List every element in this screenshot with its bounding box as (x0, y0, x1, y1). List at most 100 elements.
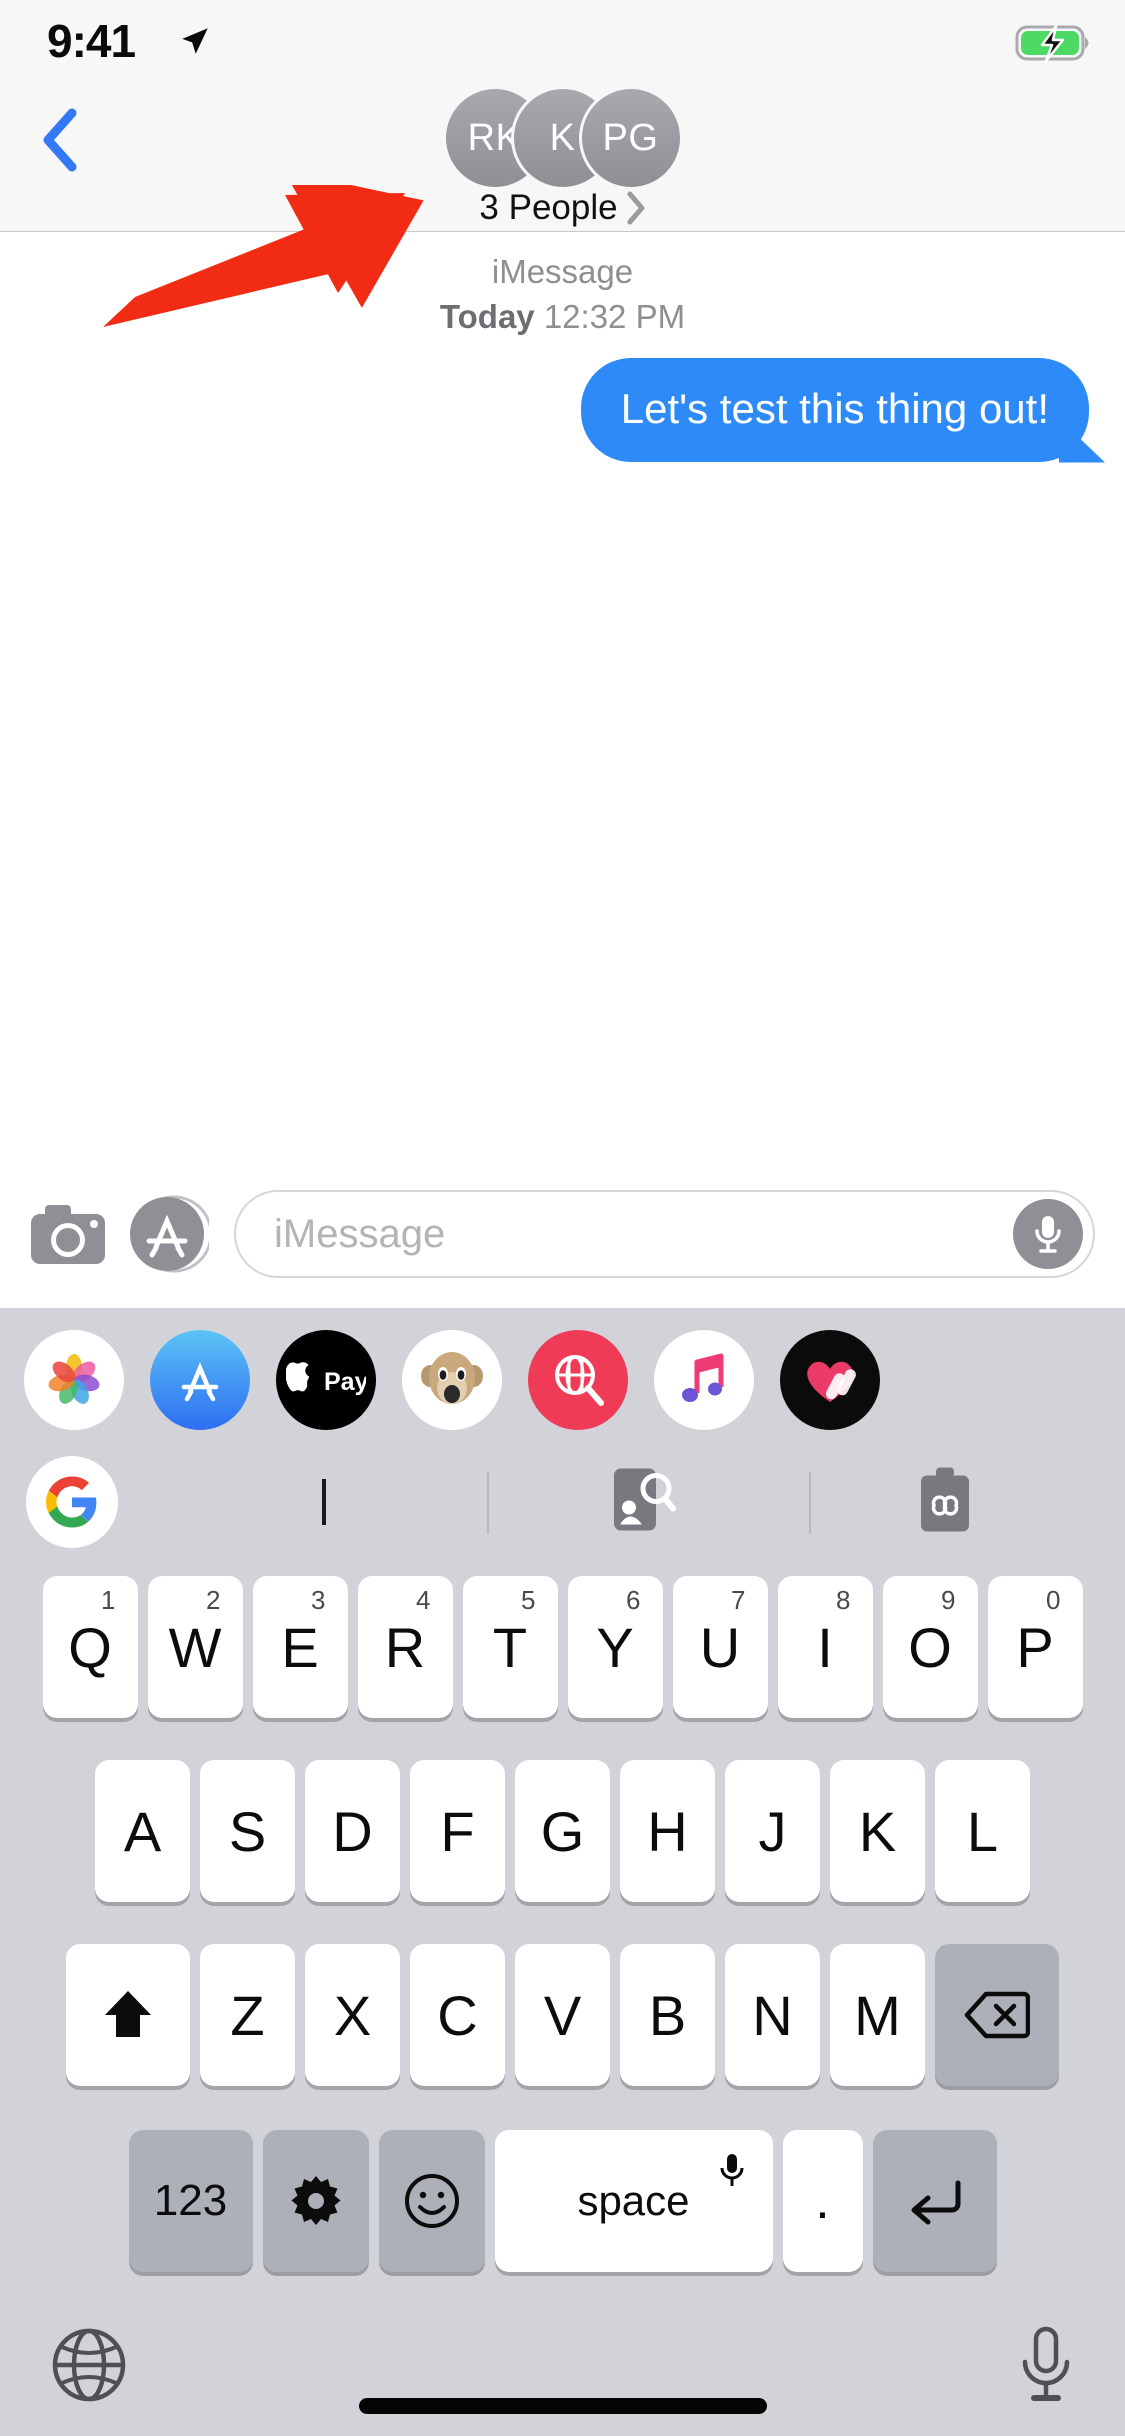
shift-icon[interactable] (66, 1944, 190, 2086)
key-w[interactable]: 2 W (147, 1576, 243, 1718)
key-x[interactable]: X (305, 1944, 400, 2086)
key-superscript: 3 (311, 1585, 326, 1615)
key-b[interactable]: B (620, 1944, 715, 2086)
key-u[interactable]: 7 U (672, 1576, 768, 1718)
key-label: O (908, 1615, 952, 1679)
key-h[interactable]: H (620, 1760, 715, 1902)
group-avatars[interactable]: RK K PG (442, 86, 683, 190)
key-t[interactable]: 5 T (462, 1576, 558, 1718)
location-arrow-icon (178, 24, 212, 63)
keyboard-row-4: 123 space . (0, 2130, 1125, 2272)
message-row: Let's test this thing out! (0, 358, 1125, 462)
key-superscript: 2 (206, 1585, 221, 1615)
key-f[interactable]: F (410, 1760, 505, 1902)
key-superscript: 1 (101, 1585, 116, 1615)
key-label: W (168, 1615, 222, 1679)
keyboard-row-3: Z X C V B N M (0, 1944, 1125, 2086)
space-key[interactable]: space (494, 2130, 773, 2272)
gear-icon[interactable] (262, 2130, 369, 2272)
microphone-icon[interactable] (1015, 2324, 1077, 2411)
key-superscript: 6 (626, 1585, 641, 1615)
message-service-label: iMessage (491, 253, 634, 290)
key-z[interactable]: Z (200, 1944, 295, 2086)
memoji-app-icon[interactable] (402, 1330, 502, 1430)
message-bubble-sent[interactable]: Let's test this thing out! (580, 358, 1116, 462)
avatar-initials: PG (602, 116, 659, 159)
key-e[interactable]: 3 E (252, 1576, 348, 1718)
emoji-smiley-icon[interactable] (378, 2130, 485, 2272)
key-label: Y (596, 1615, 634, 1679)
numeric-key[interactable]: 123 (128, 2130, 253, 2272)
app-store-icon[interactable] (118, 1193, 218, 1275)
message-input-bar: iMessage (0, 1160, 1125, 1308)
phone-screen: 9:41 R K K PG 3 People iMessage Today 12:… (0, 0, 1125, 2436)
image-search-icon[interactable] (610, 1463, 676, 1542)
text-cursor (322, 1479, 326, 1525)
status-bar: 9:41 (0, 0, 1125, 72)
app-store-app-icon[interactable] (150, 1330, 250, 1430)
key-q[interactable]: 1 Q (42, 1576, 138, 1718)
microphone-icon[interactable] (717, 2152, 747, 2202)
keyboard-area: Pay 1 Q 2 W 3 E 4 R 5 T 6 Y 7 U 8 I 9 O … (0, 1308, 1125, 2436)
google-g-icon[interactable] (26, 1456, 118, 1548)
keyboard-suggestion-bar (0, 1448, 1125, 1556)
key-label: T (492, 1615, 528, 1679)
conversation-area: iMessage Today 12:32 PM Let's test this … (0, 233, 1125, 1160)
digital-touch-app-icon[interactable] (780, 1330, 880, 1430)
imessage-app-drawer[interactable]: Pay (0, 1324, 1125, 1436)
music-app-icon[interactable] (654, 1330, 754, 1430)
key-r[interactable]: 4 R (357, 1576, 453, 1718)
keyboard-row-2: A S D F G H J K L (0, 1760, 1125, 1902)
photos-app-icon[interactable] (24, 1330, 124, 1430)
svg-text:Pay: Pay (324, 1368, 366, 1396)
camera-icon[interactable] (18, 1202, 118, 1266)
keyboard-row-1: 1 Q 2 W 3 E 4 R 5 T 6 Y 7 U 8 I 9 O 0 P (0, 1576, 1125, 1718)
key-y[interactable]: 6 Y (567, 1576, 663, 1718)
key-a[interactable]: A (95, 1760, 190, 1902)
key-label: Q (68, 1615, 112, 1679)
backspace-icon[interactable] (935, 1944, 1059, 2086)
avatar[interactable]: PG (578, 86, 683, 190)
key-j[interactable]: J (725, 1760, 820, 1902)
message-input-field[interactable]: iMessage (234, 1190, 1095, 1278)
microphone-icon[interactable] (1013, 1199, 1083, 1269)
message-input-placeholder: iMessage (274, 1211, 446, 1256)
key-m[interactable]: M (830, 1944, 925, 2086)
period-key[interactable]: . (782, 2130, 863, 2272)
key-superscript: 0 (1046, 1585, 1061, 1615)
key-p[interactable]: 0 P (987, 1576, 1083, 1718)
gif-sticker-icon[interactable] (915, 1464, 975, 1541)
back-button[interactable] (30, 108, 90, 172)
status-time: 9:41 (47, 15, 136, 67)
images-search-app-icon[interactable] (528, 1330, 628, 1430)
key-label: I (817, 1615, 833, 1679)
key-g[interactable]: G (515, 1760, 610, 1902)
navigation-bar: RK K PG 3 People (0, 72, 1125, 232)
message-day: Today (439, 298, 535, 336)
message-time: 12:32 PM (543, 298, 686, 336)
people-count-label: 3 People (479, 188, 618, 227)
key-label: E (281, 1615, 319, 1679)
key-d[interactable]: D (305, 1760, 400, 1902)
home-indicator (358, 2398, 767, 2414)
message-timestamp: Today 12:32 PM (0, 296, 1125, 338)
key-i[interactable]: 8 I (777, 1576, 873, 1718)
group-details-button[interactable]: 3 People (479, 188, 645, 228)
key-k[interactable]: K (830, 1760, 925, 1902)
key-n[interactable]: N (725, 1944, 820, 2086)
battery-charging-icon (1015, 24, 1095, 67)
globe-icon[interactable] (48, 2324, 130, 2411)
key-c[interactable]: C (410, 1944, 505, 2086)
key-label: R (384, 1615, 426, 1679)
enter-return-icon[interactable] (872, 2130, 997, 2272)
key-l[interactable]: L (935, 1760, 1030, 1902)
key-s[interactable]: S (200, 1760, 295, 1902)
keyboard-bottom-bar (0, 2306, 1125, 2436)
apple-pay-app-icon[interactable]: Pay (276, 1330, 376, 1430)
space-key-label: space (577, 2177, 690, 2224)
key-o[interactable]: 9 O (882, 1576, 978, 1718)
key-v[interactable]: V (515, 1944, 610, 2086)
chevron-right-icon (626, 191, 646, 225)
suggestion-divider (487, 1472, 489, 1534)
avatar-initials: K (549, 116, 576, 159)
